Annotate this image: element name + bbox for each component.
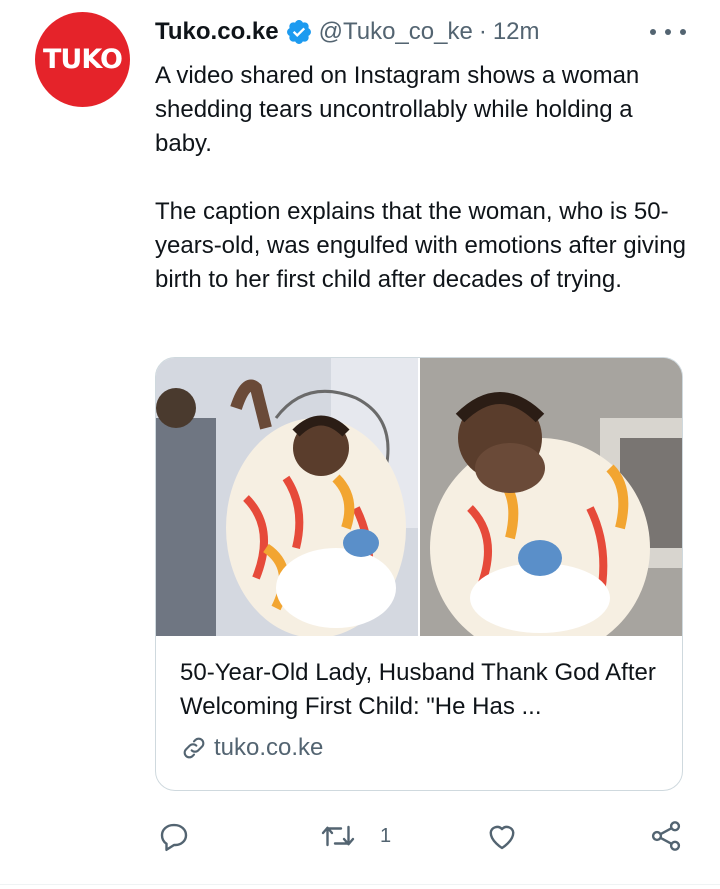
- separator-dot: ·: [478, 18, 487, 45]
- timestamp[interactable]: 12m: [493, 18, 540, 46]
- author-name[interactable]: Tuko.co.ke: [155, 18, 279, 46]
- tweet-actions: 1: [0, 818, 720, 858]
- card-image-right: [420, 358, 682, 636]
- bottom-divider: [0, 884, 720, 885]
- card-media[interactable]: [156, 358, 682, 636]
- share-icon: [651, 821, 681, 851]
- verified-badge-icon: [286, 20, 311, 44]
- link-card[interactable]: 50-Year-Old Lady, Husband Thank God Afte…: [155, 357, 683, 791]
- reply-icon: [160, 823, 188, 851]
- card-image-left: [156, 358, 418, 636]
- more-options-icon[interactable]: [650, 20, 686, 44]
- author-handle[interactable]: @Tuko_co_ke: [319, 18, 473, 46]
- reply-button[interactable]: [156, 818, 192, 854]
- tweet-header: Tuko.co.ke @Tuko_co_ke · 12m: [155, 15, 540, 49]
- like-button[interactable]: [484, 818, 520, 854]
- avatar-logo-text: TUKO: [42, 44, 123, 75]
- heart-icon: [489, 825, 515, 850]
- card-domain[interactable]: tuko.co.ke: [180, 734, 323, 762]
- link-icon: [183, 737, 205, 759]
- card-domain-text: tuko.co.ke: [214, 734, 324, 761]
- retweet-icon: [321, 825, 355, 847]
- avatar[interactable]: TUKO: [35, 12, 130, 107]
- retweet-count: 1: [380, 824, 392, 847]
- card-title[interactable]: 50-Year-Old Lady, Husband Thank God Afte…: [180, 656, 660, 724]
- share-button[interactable]: [648, 818, 684, 854]
- tweet-text: A video shared on Instagram shows a woma…: [155, 62, 686, 293]
- retweet-button[interactable]: 1: [318, 818, 391, 854]
